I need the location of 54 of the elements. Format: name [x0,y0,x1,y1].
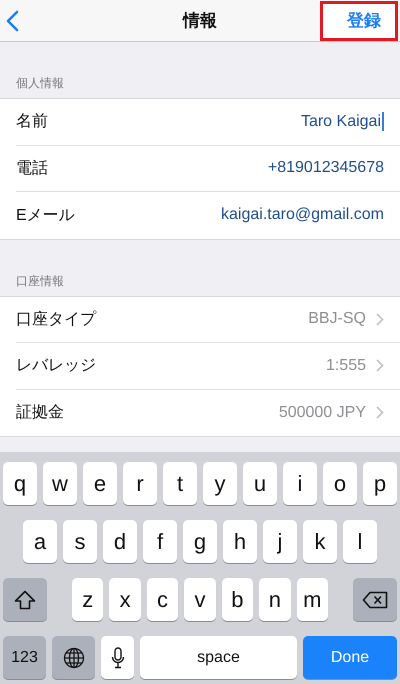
letter-key[interactable]: w [43,462,77,505]
globe-icon [62,646,84,668]
letter-key[interactable]: o [323,462,357,505]
letter-key[interactable]: a [23,520,57,563]
microphone-key[interactable] [101,636,134,679]
letter-key[interactable]: m [296,578,328,621]
letter-key[interactable]: j [263,520,297,563]
shift-key[interactable] [3,578,47,621]
letter-key[interactable]: z [72,578,104,621]
input-field[interactable]: kaigai.taro@gmail.com [221,206,384,224]
letter-key[interactable]: q [3,462,37,505]
done-key[interactable]: Done [303,636,397,679]
row-label: 電話 [16,158,48,179]
register-button[interactable]: 登録 [320,0,398,40]
letter-key[interactable]: r [123,462,157,505]
numbers-key[interactable]: 123 [3,636,46,679]
delete-key[interactable] [352,578,397,621]
letter-key[interactable]: h [223,520,257,563]
row-label: 口座タイプ [16,310,96,330]
space-key[interactable]: space [140,636,297,679]
letter-key[interactable]: l [343,520,377,563]
letter-key[interactable]: v [184,578,216,621]
letter-key[interactable]: d [103,520,137,563]
letter-key[interactable]: c [146,578,178,621]
microphone-icon [110,646,124,668]
letter-key[interactable]: u [243,462,277,505]
letter-key[interactable]: y [203,462,237,505]
row-label: 証拠金 [16,402,64,424]
row-label: Eメール [16,206,75,226]
input-field[interactable]: Taro Kaigai [300,112,381,131]
letter-key[interactable]: e [83,462,117,505]
chevron-icon [376,359,384,372]
letter-key[interactable]: n [259,578,291,621]
chevron-icon [376,312,384,326]
letter-key[interactable]: f [143,520,177,563]
chevron-icon [376,406,384,420]
shift-icon [14,590,36,610]
input-field[interactable]: +819012345678 [268,159,384,178]
row-label: レバレッジ [16,356,96,376]
letter-key[interactable]: x [109,578,141,621]
letter-key[interactable]: p [363,462,397,505]
letter-key[interactable]: g [183,520,217,563]
letter-key[interactable]: s [63,520,97,563]
delete-icon [362,590,388,608]
letter-key[interactable]: k [303,520,337,563]
row-label: 名前 [16,112,48,132]
letter-key[interactable]: i [283,462,317,505]
nav-title: 情報 [183,10,217,32]
letter-key[interactable]: b [222,578,254,621]
section-header: 口座情報 [15,272,65,290]
back-icon [6,10,19,32]
section-header: 個人情報 [15,75,65,92]
globe-key[interactable] [52,636,95,679]
letter-key[interactable]: t [163,462,197,505]
